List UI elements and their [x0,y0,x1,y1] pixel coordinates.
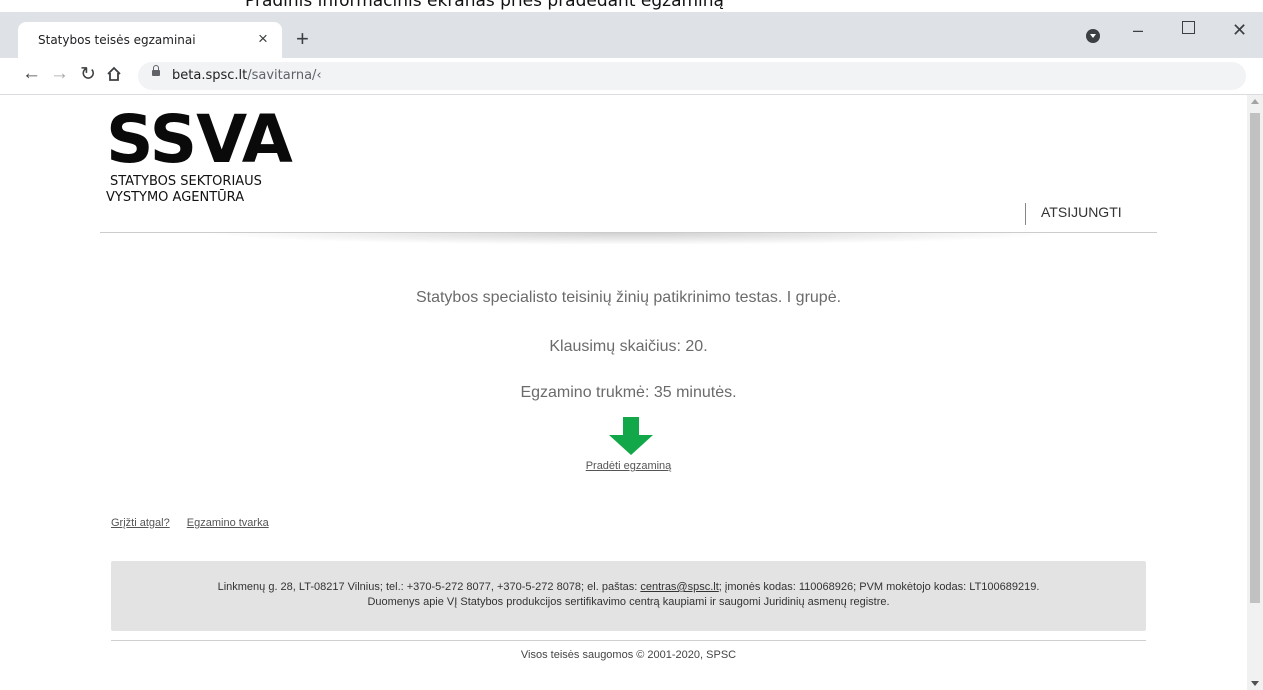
bottom-links: Grįžti atgal? Egzamino tvarka [111,517,283,529]
footer-rule [111,640,1146,641]
exam-rules-link[interactable]: Egzamino tvarka [187,517,269,529]
email-link[interactable]: centras@spsc.lt [640,581,718,593]
close-window-button[interactable]: ✕ [1232,20,1247,41]
reload-icon[interactable]: ↻ [80,63,96,86]
tab-title: Statybos teisės egzaminai [38,33,196,47]
footer-contact-box: Linkmenų g. 28, LT-08217 Vilnius; tel.: … [111,561,1146,631]
browser-tab-bar: Statybos teisės egzaminai × + – ✕ [0,12,1263,58]
footer-contact-line: Linkmenų g. 28, LT-08217 Vilnius; tel.: … [217,581,1040,593]
address-bar[interactable]: beta.spsc.lt/savitarna/‹ [138,62,1246,90]
vertical-scrollbar[interactable] [1247,95,1263,690]
logo-mark: SSVA [106,101,293,178]
logout-link[interactable]: ATSIJUNGTI [1041,204,1122,220]
back-arrow-icon[interactable]: ← [22,63,41,85]
new-tab-button[interactable]: + [296,26,309,52]
profile-icon[interactable] [1086,29,1100,43]
caption-strip: Pradinis informacinis ekranas prieš prad… [0,0,1263,12]
caption-text: Pradinis informacinis ekranas prieš prad… [245,0,724,11]
forward-arrow-icon[interactable]: → [50,63,69,85]
scroll-down-icon[interactable] [1251,681,1259,686]
ssva-logo[interactable]: SSVA STATYBOS SEKTORIAUS VYSTYMO AGENTŪR… [106,101,293,206]
url-text: beta.spsc.lt/savitarna/‹ [172,68,322,83]
scroll-thumb[interactable] [1250,113,1260,603]
home-icon[interactable] [106,63,122,88]
back-link[interactable]: Grįžti atgal? [111,517,170,529]
exam-title: Statybos specialisto teisinių žinių pati… [415,289,842,306]
footer-registry-line: Duomenys apie VĮ Statybos produkcijos se… [367,596,890,608]
start-exam-link-wrap: Pradėti egzaminą [0,460,1257,472]
header-shadow [200,233,1060,245]
down-arrow-icon[interactable] [609,417,653,455]
scroll-up-icon[interactable] [1251,99,1259,104]
header-divider [1025,203,1026,225]
copyright: Visos teisės saugomos © 2001-2020, SPSC [520,649,737,661]
maximize-button[interactable] [1182,21,1195,34]
exam-duration: Egzamino trukmė: 35 minutės. [520,384,737,401]
browser-tab[interactable]: Statybos teisės egzaminai × [18,22,282,58]
start-exam-link[interactable]: Pradėti egzaminą [586,460,672,472]
browser-toolbar: ← → ↻ beta.spsc.lt/savitarna/‹ [0,58,1263,95]
question-count: Klausimų skaičius: 20. [549,338,708,355]
page-content: SSVA STATYBOS SEKTORIAUS VYSTYMO AGENTŪR… [0,95,1247,690]
lock-icon [152,65,160,76]
tab-close-icon[interactable]: × [258,29,268,49]
logo-subtitle: STATYBOS SEKTORIAUS VYSTYMO AGENTŪRA [106,174,262,205]
minimize-button[interactable]: – [1133,20,1143,41]
